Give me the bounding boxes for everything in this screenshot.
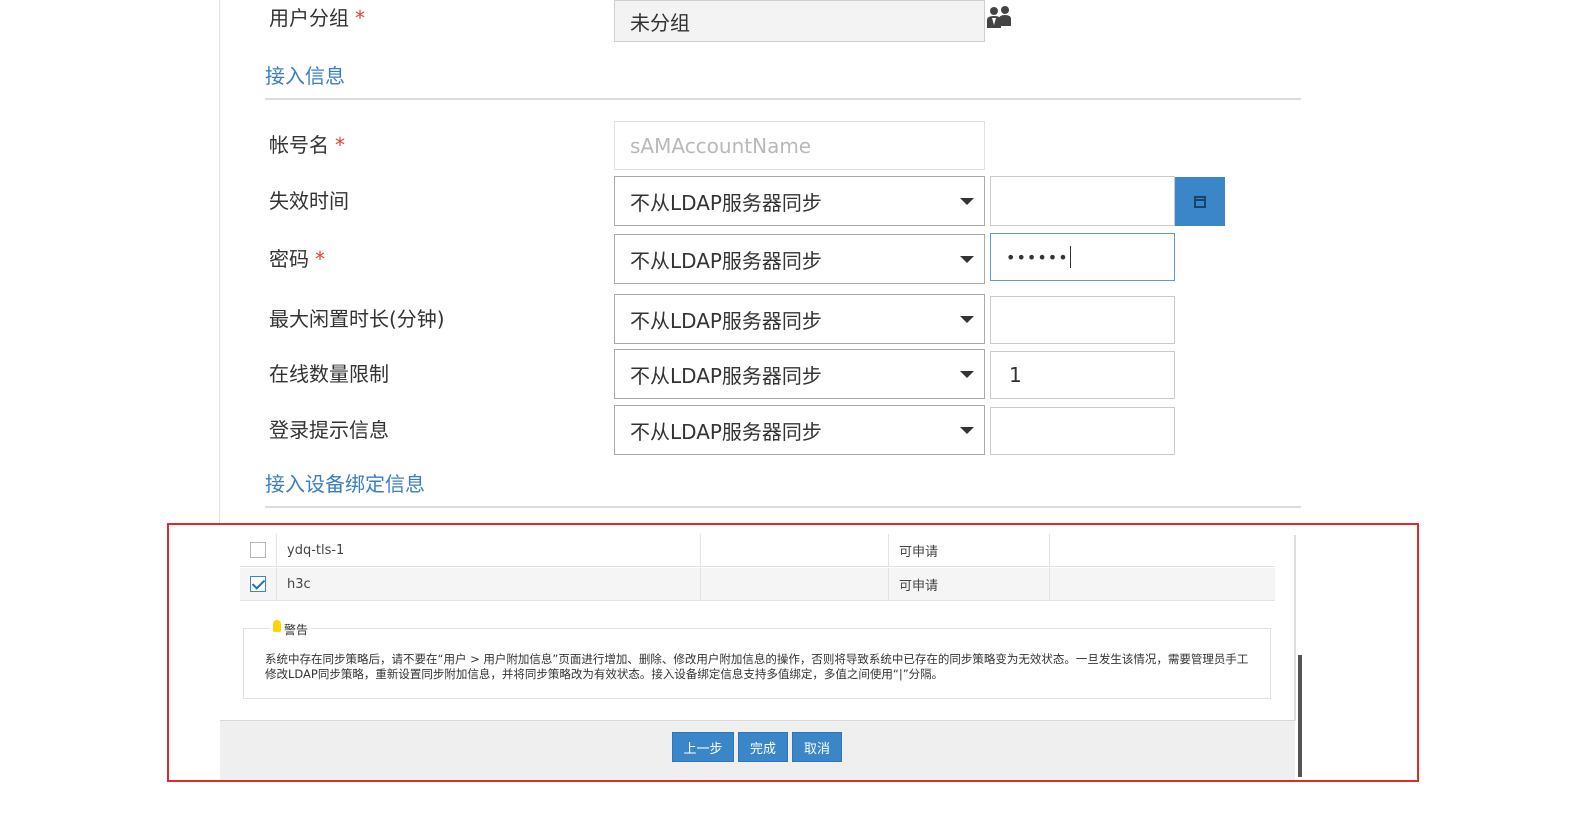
account-name-placeholder: sAMAccountName — [630, 133, 812, 158]
warning-title: 警告 — [284, 622, 309, 637]
required-mark: * — [315, 247, 325, 271]
chevron-down-icon — [960, 371, 974, 378]
password-input[interactable]: •••••• — [990, 233, 1175, 281]
row-name: ydq-tls-1 — [287, 542, 345, 558]
finish-button[interactable]: 完成 — [738, 732, 788, 762]
account-name-label: 帐号名 * — [269, 132, 345, 158]
login-hint-input[interactable] — [990, 407, 1175, 455]
online-limit-label: 在线数量限制 — [269, 362, 389, 386]
status-cell: 可申请 — [889, 568, 1050, 600]
login-hint-label: 登录提示信息 — [269, 418, 389, 442]
warning-text: 系统中存在同步策略后，请不要在“用户 > 用户附加信息”页面进行增加、删除、修改… — [265, 652, 1249, 681]
calendar-icon — [1194, 195, 1206, 208]
empty-cell — [1050, 534, 1275, 566]
row-checkbox-checked[interactable] — [250, 576, 266, 592]
row-name: h3c — [287, 576, 311, 592]
required-mark: * — [335, 133, 345, 157]
expire-time-select[interactable]: 不从LDAP服务器同步 — [614, 176, 985, 226]
account-name-input[interactable]: sAMAccountName — [614, 121, 985, 170]
prev-step-button[interactable]: 上一步 — [672, 732, 734, 762]
chevron-down-icon — [960, 316, 974, 323]
login-hint-select[interactable]: 不从LDAP服务器同步 — [614, 405, 985, 455]
online-limit-select[interactable]: 不从LDAP服务器同步 — [614, 349, 985, 399]
max-idle-input[interactable] — [990, 296, 1175, 344]
text-cursor — [1069, 246, 1071, 268]
warning-legend: 警告 — [270, 619, 312, 639]
max-idle-select-value: 不从LDAP服务器同步 — [630, 308, 822, 333]
dialog-left-edge — [219, 0, 237, 525]
device-binding-section-title: 接入设备绑定信息 — [265, 472, 425, 496]
password-label-text: 密码 — [269, 247, 309, 271]
online-limit-input-value: 1 — [1009, 363, 1022, 387]
name-cell: ydq-tls-1 — [277, 534, 701, 566]
empty-cell — [701, 568, 889, 600]
cancel-button[interactable]: 取消 — [792, 732, 842, 762]
section-divider — [265, 98, 1301, 100]
calendar-button[interactable] — [1175, 177, 1225, 226]
online-limit-select-value: 不从LDAP服务器同步 — [630, 363, 822, 388]
row-checkbox[interactable] — [250, 542, 266, 558]
chevron-down-icon — [960, 256, 974, 263]
name-cell: h3c — [277, 568, 701, 600]
user-group-value: 未分组 — [630, 10, 690, 35]
user-group-label: 用户分组 * — [269, 5, 365, 31]
expire-time-input[interactable] — [990, 176, 1175, 226]
panel-edge — [1294, 535, 1296, 721]
row-status: 可申请 — [899, 578, 939, 594]
chevron-down-icon — [960, 198, 974, 205]
password-select-value: 不从LDAP服务器同步 — [630, 248, 822, 273]
access-info-section-title: 接入信息 — [265, 64, 345, 88]
row-status: 可申请 — [899, 544, 939, 560]
password-select[interactable]: 不从LDAP服务器同步 — [614, 234, 985, 284]
online-limit-input[interactable]: 1 — [990, 351, 1175, 399]
empty-cell — [1050, 568, 1275, 600]
user-group-icon[interactable] — [985, 4, 1013, 30]
password-label: 密码 * — [269, 246, 325, 272]
user-group-field[interactable]: 未分组 — [614, 0, 985, 42]
password-input-value: •••••• — [1006, 247, 1069, 267]
max-idle-select[interactable]: 不从LDAP服务器同步 — [614, 294, 985, 344]
checkbox-cell — [240, 534, 277, 566]
checkbox-cell — [240, 568, 277, 600]
account-name-label-text: 帐号名 — [269, 133, 329, 157]
lightbulb-icon — [273, 620, 281, 632]
expire-time-label: 失效时间 — [269, 189, 349, 213]
login-hint-select-value: 不从LDAP服务器同步 — [630, 419, 822, 444]
chevron-down-icon — [960, 427, 974, 434]
expire-time-select-value: 不从LDAP服务器同步 — [630, 190, 822, 215]
status-cell: 可申请 — [889, 534, 1050, 566]
table-row[interactable]: ydq-tls-1 可申请 — [240, 534, 1275, 567]
required-mark: * — [355, 6, 365, 30]
scrollbar[interactable] — [1298, 655, 1302, 777]
user-group-label-text: 用户分组 — [269, 6, 349, 30]
table-row[interactable]: h3c 可申请 — [240, 568, 1275, 601]
max-idle-label: 最大闲置时长(分钟) — [269, 307, 445, 331]
section-divider — [265, 506, 1301, 508]
empty-cell — [701, 534, 889, 566]
